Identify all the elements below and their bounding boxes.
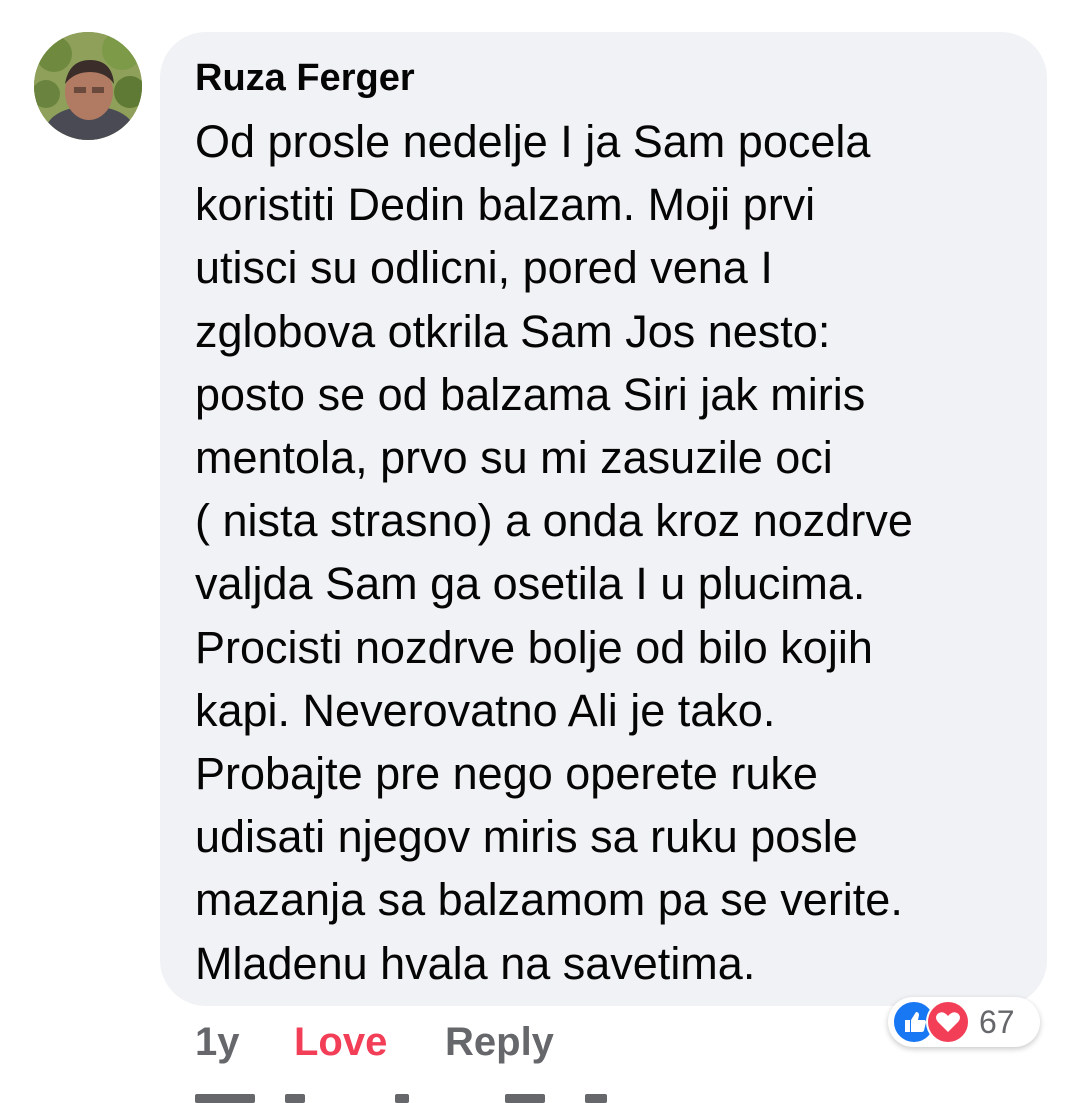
comment-line: utisci su odlicni, pored vena I — [195, 242, 773, 294]
cutoff-text-fragment — [395, 1094, 409, 1103]
reply-button[interactable]: Reply — [445, 1014, 554, 1070]
comment-author-name[interactable]: Ruza Ferger — [195, 54, 415, 102]
comment-timestamp[interactable]: 1y — [195, 1014, 240, 1070]
reaction-count: 67 — [979, 1004, 1015, 1040]
comment-line: valjda Sam ga osetila I u plucima. — [195, 558, 866, 610]
comment-line: Probajte pre nego operete ruke — [195, 748, 818, 800]
comment-line: ( nista strasno) a onda kroz nozdrve — [195, 495, 913, 547]
reaction-summary[interactable]: 67 — [888, 997, 1040, 1047]
comment-line: mazanja sa balzamom pa se verite. — [195, 874, 903, 926]
comment-line: posto se od balzama Siri jak miris — [195, 368, 866, 420]
cutoff-text-fragment — [285, 1094, 305, 1103]
heart-icon — [926, 1000, 970, 1044]
cutoff-text-fragment — [195, 1094, 255, 1103]
comment-line: Mladenu hvala na savetima. — [195, 937, 756, 989]
comment-line: zglobova otkrila Sam Jos nesto: — [195, 305, 831, 357]
comment-line: mentola, prvo su mi zasuzile oci — [195, 432, 833, 484]
cutoff-text-fragment — [505, 1094, 545, 1103]
love-button[interactable]: Love — [294, 1014, 387, 1070]
view-replies-link-cutoff[interactable] — [195, 1088, 615, 1103]
comment-text: Od prosle nedelje I ja Sam pocela korist… — [195, 110, 1025, 995]
comment-line: koristiti Dedin balzam. Moji prvi — [195, 179, 816, 231]
comment-line: udisati njegov miris sa ruku posle — [195, 811, 858, 863]
comment-line: Od prosle nedelje I ja Sam pocela — [195, 116, 871, 167]
comment-line: kapi. Neverovatno Ali je tako. — [195, 684, 776, 736]
cutoff-text-fragment — [585, 1094, 607, 1103]
avatar[interactable] — [34, 32, 142, 140]
comment-line: Procisti nozdrve bolje od bilo kojih — [195, 621, 873, 673]
